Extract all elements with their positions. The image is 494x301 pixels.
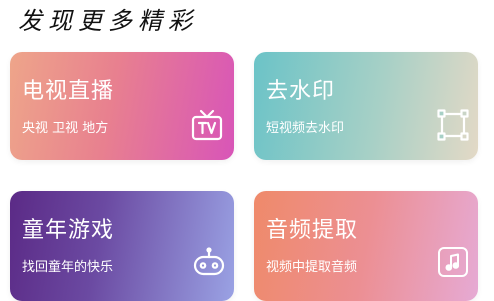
music-note-icon — [436, 245, 470, 279]
card-title: 去水印 — [266, 79, 336, 104]
audio-extract-card[interactable]: 音频提取 视频中提取音频 — [254, 191, 478, 301]
childhood-games-card[interactable]: 童年游戏 找回童年的快乐 — [10, 191, 234, 301]
card-subtitle: 央视 卫视 地方 — [22, 121, 109, 136]
card-subtitle: 视频中提取音频 — [266, 260, 358, 275]
crop-frame-icon — [436, 108, 470, 142]
section-title: 发现更多精彩 — [18, 7, 198, 35]
card-title: 童年游戏 — [22, 218, 115, 243]
remove-watermark-card[interactable]: 去水印 短视频去水印 — [254, 52, 478, 160]
card-title: 音频提取 — [266, 218, 359, 243]
live-tv-card[interactable]: 电视直播 央视 卫视 地方 — [10, 52, 234, 160]
card-subtitle: 短视频去水印 — [266, 121, 345, 136]
tv-icon — [190, 108, 224, 142]
card-title: 电视直播 — [22, 79, 115, 104]
card-subtitle: 找回童年的快乐 — [22, 260, 114, 275]
gamepad-icon — [192, 245, 226, 279]
